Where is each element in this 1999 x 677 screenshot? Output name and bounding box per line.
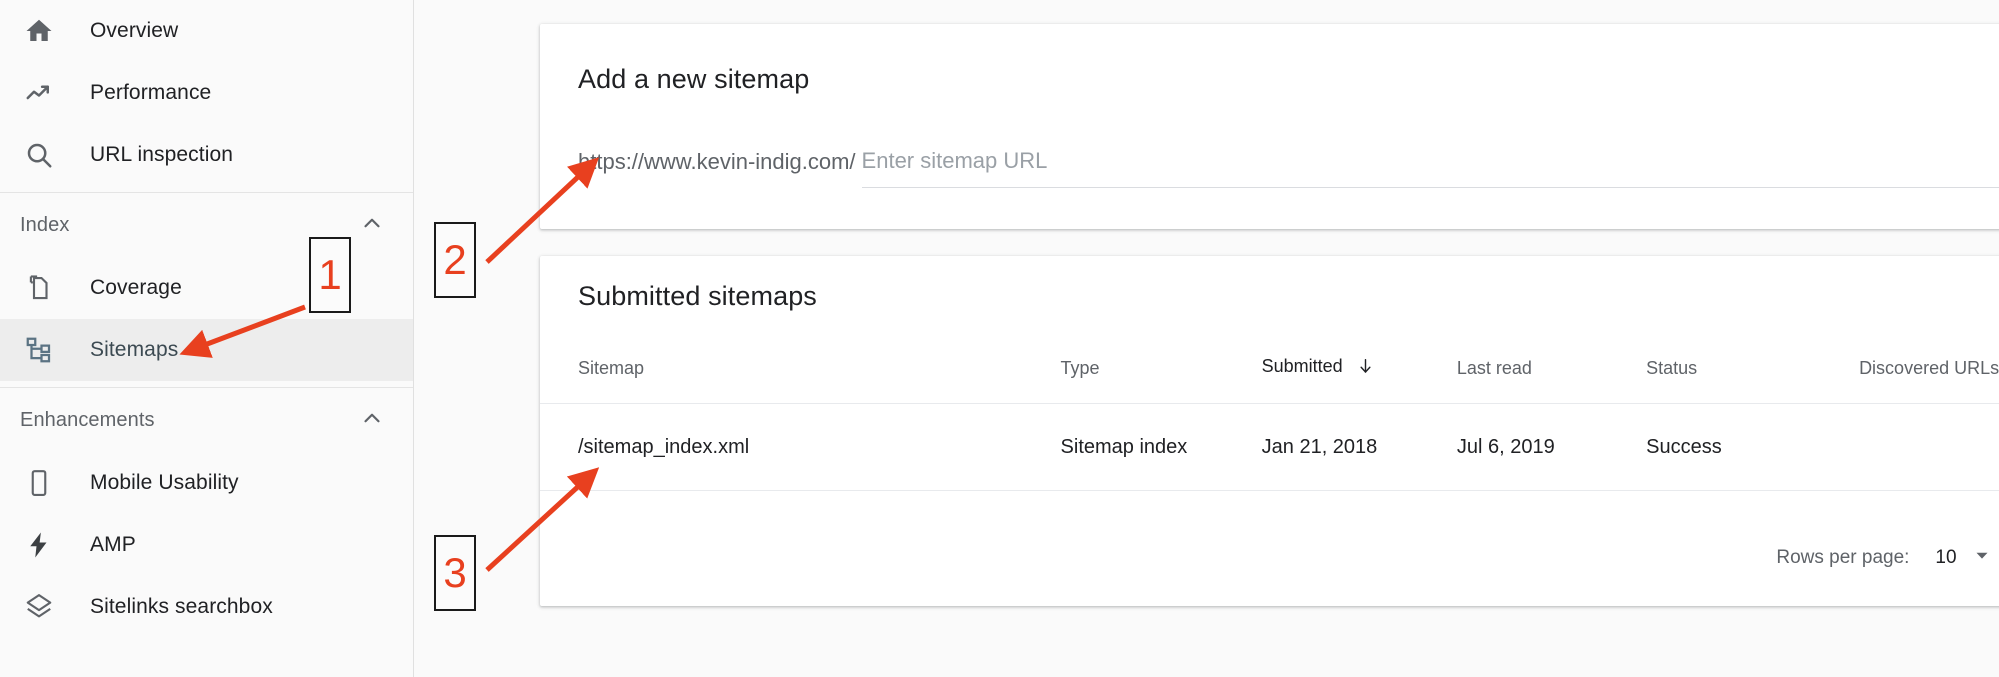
rows-per-page-value[interactable]: 10 [1935, 547, 1956, 569]
cell-discovered-urls: 76 [1859, 404, 1999, 491]
table-row[interactable]: /sitemap_index.xml Sitemap index Jan 21,… [540, 404, 1999, 491]
trending-up-icon [20, 74, 58, 112]
caret-down-icon[interactable] [1971, 544, 1993, 572]
column-header-submitted-label: Submitted [1261, 356, 1343, 376]
bolt-icon [20, 526, 58, 564]
table-header-row: Sitemap Type Submitted Last read Status … [540, 356, 1999, 404]
chevron-up-icon[interactable] [359, 405, 385, 436]
sidebar-item-label: Sitemaps [90, 338, 179, 361]
submitted-sitemaps-card: Submitted sitemaps Sitemap Type Submitte… [540, 256, 1999, 606]
annotation-marker-2: 2 [434, 222, 476, 298]
cell-sitemap[interactable]: /sitemap_index.xml [540, 404, 1061, 491]
sidebar-item-label: Mobile Usability [90, 471, 239, 494]
search-console-sitemaps-page: Overview Performance URL inspection Inde… [0, 0, 1999, 677]
sidebar-item-label: URL inspection [90, 143, 234, 166]
sitemap-url-input-wrapper [861, 146, 1999, 188]
arrow-down-icon [1356, 357, 1375, 381]
sidebar-item-label: Sitelinks searchbox [90, 595, 273, 618]
column-header-submitted[interactable]: Submitted [1262, 356, 1457, 404]
submitted-sitemaps-title: Submitted sitemaps [578, 281, 817, 311]
sitemap-url-row: https://www.kevin-indig.com/ SUBMIT [578, 146, 1999, 202]
status-badge: Success [1646, 435, 1722, 458]
annotation-marker-1: 1 [309, 237, 351, 313]
sidebar-section-label: Enhancements [20, 408, 155, 431]
table-head: Sitemap Type Submitted Last read Status … [540, 356, 1999, 404]
sidebar-section-label: Index [20, 213, 70, 236]
main-content: Add a new sitemap https://www.kevin-indi… [414, 0, 1999, 677]
sidebar-item-label: AMP [90, 533, 136, 556]
submitted-sitemaps-table: Sitemap Type Submitted Last read Status … [540, 356, 1999, 491]
column-header-discovered-urls[interactable]: Discovered URLs [1859, 356, 1999, 404]
sidebar-item-label: Performance [90, 81, 212, 104]
column-header-type[interactable]: Type [1061, 356, 1262, 404]
add-sitemap-card: Add a new sitemap https://www.kevin-indi… [540, 24, 1999, 229]
sidebar-item-amp[interactable]: AMP [0, 514, 413, 576]
sitemap-url-input[interactable] [861, 146, 1999, 176]
mobile-icon [20, 464, 58, 502]
sidebar-item-mobile-usability[interactable]: Mobile Usability [0, 452, 413, 514]
sidebar: Overview Performance URL inspection Inde… [0, 0, 414, 677]
pages-icon [20, 269, 58, 307]
cell-type: Sitemap index [1060, 435, 1188, 458]
sidebar-item-url-inspection[interactable]: URL inspection [0, 124, 413, 186]
sidebar-item-overview[interactable]: Overview [0, 0, 413, 62]
cell-submitted: Jan 21, 2018 [1261, 435, 1378, 458]
sidebar-item-performance[interactable]: Performance [0, 62, 413, 124]
rows-per-page-label: Rows per page: [1776, 547, 1910, 568]
sitemap-url-prefix: https://www.kevin-indig.com/ [578, 149, 856, 174]
sidebar-item-coverage[interactable]: Coverage [0, 257, 413, 319]
sitemap-tree-icon [20, 331, 58, 369]
sidebar-section-enhancements[interactable]: Enhancements [0, 388, 413, 452]
table-body: /sitemap_index.xml Sitemap index Jan 21,… [540, 404, 1999, 491]
table-pagination: Rows per page: 10 1-1 of 1 [1776, 532, 1999, 584]
column-header-last-read[interactable]: Last read [1457, 356, 1646, 404]
home-icon [20, 12, 58, 50]
search-icon [20, 136, 58, 174]
sidebar-item-sitemaps[interactable]: Sitemaps [0, 319, 413, 381]
chevron-up-icon[interactable] [359, 210, 385, 241]
annotation-marker-3: 3 [434, 535, 476, 611]
sidebar-item-label: Overview [90, 19, 179, 42]
sidebar-item-label: Coverage [90, 276, 182, 299]
column-header-sitemap[interactable]: Sitemap [540, 356, 1061, 404]
column-header-status[interactable]: Status [1646, 356, 1859, 404]
cell-last-read: Jul 6, 2019 [1456, 435, 1555, 458]
sidebar-item-sitelinks-searchbox[interactable]: Sitelinks searchbox [0, 576, 413, 638]
add-sitemap-title: Add a new sitemap [578, 64, 810, 94]
sidebar-section-index[interactable]: Index [0, 193, 413, 257]
layers-icon [20, 588, 58, 626]
